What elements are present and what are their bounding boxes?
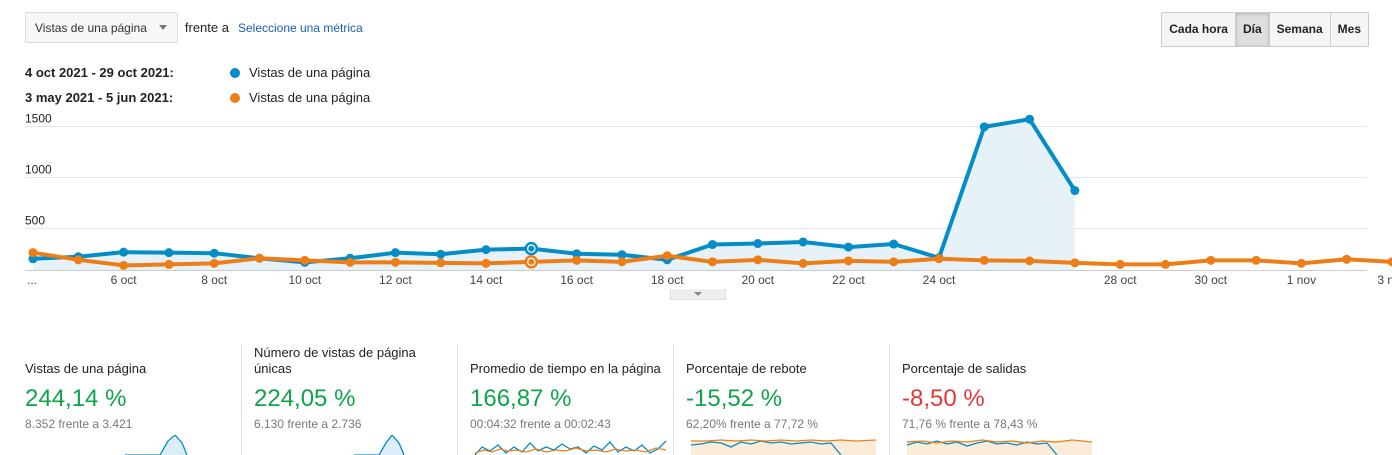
sparkline (690, 439, 877, 455)
scorecard-title: Número de vistas de página únicas (254, 345, 416, 376)
x-tick-label: 6 oct (111, 273, 138, 287)
scorecard-change: -15,52 % (686, 385, 783, 412)
y-tick-label: 500 (25, 214, 45, 228)
data-point (164, 259, 174, 269)
scorecard[interactable]: Vistas de una página 244,14 % 8.352 fren… (25, 345, 241, 455)
data-point (934, 254, 944, 264)
data-point (209, 248, 219, 258)
data-point (708, 257, 717, 267)
data-point (119, 260, 129, 270)
data-point (481, 258, 491, 268)
x-tick-label: 1 nov (1287, 273, 1316, 287)
scorecard-title: Promedio de tiempo en la página (470, 361, 661, 376)
x-tick-label: 20 oct (741, 273, 774, 287)
x-tick-label: 22 oct (832, 273, 865, 287)
series-line (32, 117, 1077, 265)
series-area (33, 119, 1075, 270)
scorecard[interactable]: Porcentaje de salidas -8,50 % 71,76 % fr… (889, 345, 1105, 455)
x-tick-label: 30 oct (1194, 273, 1227, 287)
data-point (708, 240, 717, 250)
data-point (1025, 256, 1035, 266)
y-tick-label: 1000 (25, 163, 52, 177)
data-point (889, 257, 899, 267)
data-point (345, 257, 355, 267)
data-point (662, 251, 672, 261)
data-point (481, 245, 491, 255)
scorecard[interactable]: Número de vistas de página únicas 224,05… (241, 345, 457, 455)
data-point (1070, 258, 1080, 268)
y-tick-label: 1500 (25, 112, 52, 126)
data-point (843, 256, 853, 266)
sparkline-current (354, 435, 405, 455)
x-tick-label: ... (27, 273, 37, 287)
data-point (390, 257, 400, 267)
data-point (979, 255, 989, 265)
data-point (28, 248, 38, 258)
data-point (798, 258, 808, 268)
data-point (1070, 186, 1080, 196)
data-point (1206, 255, 1216, 265)
data-point (164, 248, 174, 258)
scorecard-change: 224,05 % (254, 385, 356, 412)
data-point (436, 249, 446, 259)
data-point (119, 247, 129, 257)
sparkline-current (125, 435, 188, 455)
chevron-down-icon (694, 292, 702, 296)
sparkline-previous (691, 439, 877, 442)
data-point (979, 122, 989, 132)
scorecards: Vistas de una página 244,14 % 8.352 fren… (25, 345, 1105, 455)
x-tick-label: 24 oct (923, 273, 956, 287)
x-tick-label: 8 oct (201, 273, 228, 287)
data-point (390, 248, 400, 258)
scorecard-comparison: 71,76 % frente a 78,43 % (902, 417, 1038, 431)
chart-expand-toggle[interactable] (670, 289, 726, 300)
data-point (572, 255, 582, 265)
scorecard[interactable]: Promedio de tiempo en la página 166,87 %… (457, 345, 673, 455)
data-point (73, 255, 83, 265)
data-point (436, 258, 446, 268)
scorecard-comparison: 6.130 frente a 2.736 (254, 417, 362, 431)
scorecard[interactable]: Porcentaje de rebote -15,52 % 62,20% fre… (673, 345, 889, 455)
sparkline-current (474, 440, 667, 455)
scorecard-change: 244,14 % (25, 385, 127, 412)
scorecard-title: Porcentaje de salidas (902, 361, 1027, 376)
data-point (617, 257, 627, 267)
x-tick-label: 14 oct (470, 273, 503, 287)
data-point (209, 258, 219, 268)
x-tick-label: 28 oct (1104, 273, 1137, 287)
line-chart[interactable]: 1500 1000 500... 6 oct 8 oct 10 oct 12 oct 14 o… (0, 0, 1392, 300)
data-point (843, 242, 853, 252)
scorecard-comparison: 8.352 frente a 3.421 (25, 417, 133, 431)
data-point (753, 255, 763, 265)
scorecard-title: Porcentaje de rebote (686, 361, 807, 376)
data-point (1251, 255, 1261, 265)
x-tick-label: 10 oct (288, 273, 321, 287)
data-point (753, 239, 763, 249)
sparkline (906, 439, 1093, 455)
data-point (1342, 254, 1352, 264)
x-tick-label: 3 nov (1377, 273, 1392, 287)
x-tick-label: 18 oct (651, 273, 684, 287)
data-point (300, 255, 310, 265)
data-point (1161, 259, 1170, 269)
scorecard-comparison: 00:04:32 frente a 00:02:43 (470, 417, 611, 431)
data-point (1025, 114, 1035, 124)
data-point-highlight (528, 258, 535, 265)
data-point-highlight (528, 245, 535, 252)
sparkline (125, 435, 188, 455)
data-point (1115, 259, 1125, 269)
x-tick-label: 16 oct (560, 273, 593, 287)
scorecard-change: 166,87 % (470, 385, 572, 412)
data-point (255, 253, 264, 263)
scorecard-change: -8,50 % (902, 385, 985, 412)
scorecard-comparison: 62,20% frente a 77,72 % (686, 417, 819, 431)
x-tick-label: 12 oct (379, 273, 412, 287)
sparkline (474, 440, 667, 455)
data-point (1296, 258, 1306, 268)
data-point (1387, 257, 1392, 267)
scorecard-title: Vistas de una página (25, 361, 147, 376)
sparkline (354, 435, 405, 455)
data-point (889, 239, 899, 249)
data-point (798, 237, 808, 247)
